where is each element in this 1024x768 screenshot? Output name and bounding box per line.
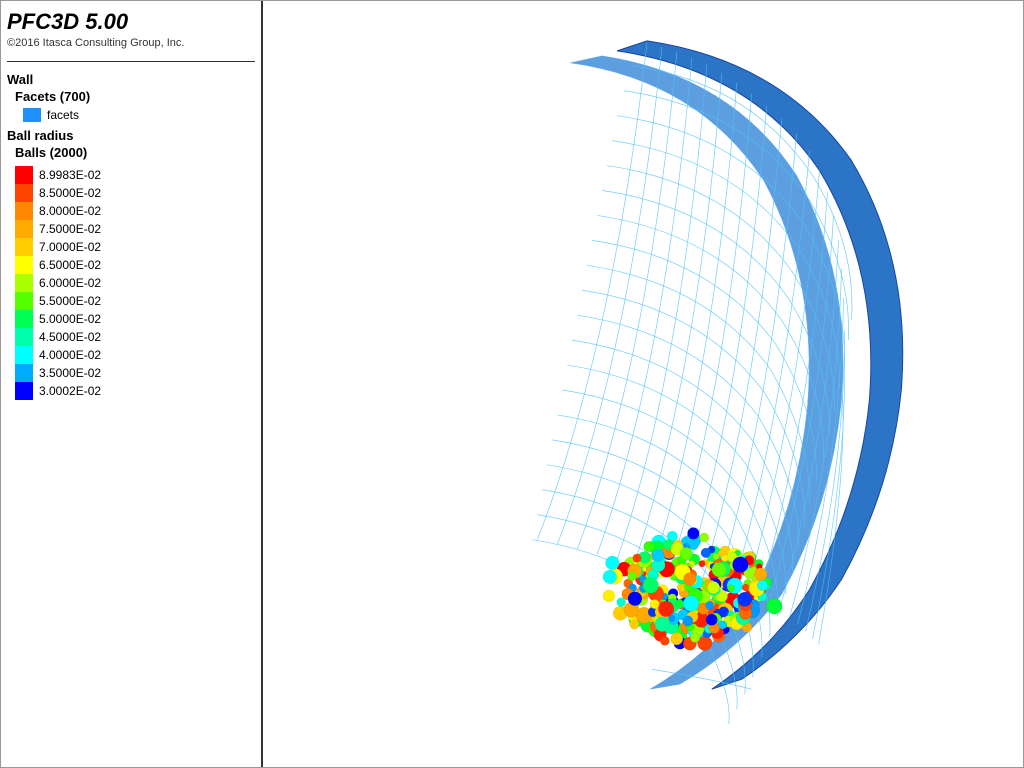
scale-row: 5.0000E-02 xyxy=(15,310,255,328)
color-bar xyxy=(15,256,33,274)
ball-cluster xyxy=(603,528,782,651)
scale-label: 5.5000E-02 xyxy=(39,294,101,308)
facets-text: facets xyxy=(47,108,79,122)
scale-label: 7.0000E-02 xyxy=(39,240,101,254)
scale-label: 7.5000E-02 xyxy=(39,222,101,236)
scale-label: 8.5000E-02 xyxy=(39,186,101,200)
scale-row: 5.5000E-02 xyxy=(15,292,255,310)
scale-label: 4.0000E-02 xyxy=(39,348,101,362)
color-bar xyxy=(15,292,33,310)
facets-label: Facets (700) xyxy=(15,89,255,104)
ball-radius-title: Ball radius xyxy=(7,128,255,143)
color-bar xyxy=(15,328,33,346)
scale-label: 8.0000E-02 xyxy=(39,204,101,218)
scale-row: 7.5000E-02 xyxy=(15,220,255,238)
app-subtitle: ©2016 Itasca Consulting Group, Inc. xyxy=(7,37,255,49)
scale-label: 4.5000E-02 xyxy=(39,330,101,344)
color-scale: 8.9983E-02 8.5000E-02 8.0000E-02 7.5000E-02… xyxy=(15,166,255,400)
scale-row: 8.0000E-02 xyxy=(15,202,255,220)
wall-title: Wall xyxy=(7,72,255,87)
color-bar xyxy=(15,382,33,400)
divider xyxy=(7,61,255,62)
scale-row: 6.5000E-02 xyxy=(15,256,255,274)
scale-row: 3.5000E-02 xyxy=(15,364,255,382)
scale-row: 3.0002E-02 xyxy=(15,382,255,400)
scale-row: 6.0000E-02 xyxy=(15,274,255,292)
balls-label: Balls (2000) xyxy=(15,145,255,160)
visualization xyxy=(263,1,1023,767)
scale-label: 6.0000E-02 xyxy=(39,276,101,290)
scale-label: 6.5000E-02 xyxy=(39,258,101,272)
color-bar xyxy=(15,238,33,256)
scale-label: 3.5000E-02 xyxy=(39,366,101,380)
facets-color-box xyxy=(23,108,41,122)
color-bar xyxy=(15,202,33,220)
color-bar xyxy=(15,184,33,202)
color-bar xyxy=(15,310,33,328)
left-panel: PFC3D 5.00 ©2016 Itasca Consulting Group… xyxy=(1,1,263,767)
app-title: PFC3D 5.00 xyxy=(7,9,255,35)
scale-row: 4.5000E-02 xyxy=(15,328,255,346)
color-bar xyxy=(15,166,33,184)
scale-label: 5.0000E-02 xyxy=(39,312,101,326)
scale-row: 8.9983E-02 xyxy=(15,166,255,184)
scale-row: 7.0000E-02 xyxy=(15,238,255,256)
color-bar xyxy=(15,346,33,364)
color-bar xyxy=(15,274,33,292)
right-panel xyxy=(263,1,1023,767)
scale-row: 8.5000E-02 xyxy=(15,184,255,202)
scale-row: 4.0000E-02 xyxy=(15,346,255,364)
scale-label: 3.0002E-02 xyxy=(39,384,101,398)
facets-legend-item: facets xyxy=(23,108,255,122)
scale-label: 8.9983E-02 xyxy=(39,168,101,182)
color-bar xyxy=(15,364,33,382)
color-bar xyxy=(15,220,33,238)
